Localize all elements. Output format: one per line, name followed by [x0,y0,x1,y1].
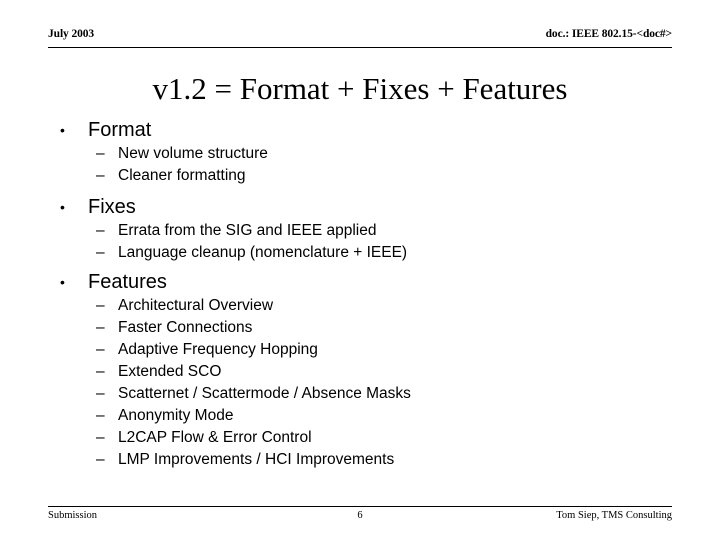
sub-item-label: Scatternet / Scattermode / Absence Masks [118,385,411,402]
bullet-level2: – Errata from the SIG and IEEE applied [0,220,720,242]
dash-icon: – [96,407,105,424]
dash-icon: – [96,222,105,239]
bullet-level2: – Anonymity Mode [0,405,720,427]
bullet-level1: • Fixes [0,195,720,220]
bullet-level2: – New volume structure [0,143,720,165]
sub-item-label: Cleaner formatting [118,167,246,184]
section-fixes: • Fixes – Errata from the SIG and IEEE a… [0,195,720,264]
sub-item-label: L2CAP Flow & Error Control [118,429,312,446]
dash-icon: – [96,363,105,380]
dash-icon: – [96,145,105,162]
slide-header: July 2003 doc.: IEEE 802.15-<doc#> [48,27,672,48]
bullet-dot-icon: • [60,274,65,290]
slide-title: v1.2 = Format + Fixes + Features [152,71,568,106]
sub-item-label: Adaptive Frequency Hopping [118,341,318,358]
dash-icon: – [96,385,105,402]
section-format: • Format – New volume structure – Cleane… [0,118,720,187]
sub-item-label: Extended SCO [118,363,222,380]
slide-body: • Format – New volume structure – Cleane… [0,118,720,471]
bullet-level1: • Format [0,118,720,143]
sub-item-label: LMP Improvements / HCI Improvements [118,451,395,468]
sub-item-label: Architectural Overview [118,297,274,314]
dash-icon: – [96,341,105,358]
section-heading: Format [88,119,152,141]
sub-item-label: Faster Connections [118,319,253,336]
bullet-level2: – Adaptive Frequency Hopping [0,339,720,361]
slide-canvas: July 2003 doc.: IEEE 802.15-<doc#> v1.2 … [0,0,720,540]
bullet-level2: – Architectural Overview [0,295,720,317]
bullet-level2: – Scatternet / Scattermode / Absence Mas… [0,383,720,405]
sub-item-label: New volume structure [118,145,268,162]
section-features: • Features – Architectural Overview – Fa… [0,270,720,471]
section-heading: Fixes [88,196,136,218]
bullet-level2: – Language cleanup (nomenclature + IEEE) [0,242,720,264]
dash-icon: – [96,429,105,446]
section-heading: Features [88,271,167,293]
sub-item-label: Anonymity Mode [118,407,234,424]
bullet-level2: – LMP Improvements / HCI Improvements [0,449,720,471]
bullet-level2: – Cleaner formatting [0,165,720,187]
bullet-level1: • Features [0,270,720,295]
header-doc-number: doc.: IEEE 802.15-<doc#> [545,28,672,40]
dash-icon: – [96,451,105,468]
dash-icon: – [96,167,105,184]
footer-author: Tom Siep, TMS Consulting [556,510,672,521]
bullet-level2: – Extended SCO [0,361,720,383]
bullet-level2: – L2CAP Flow & Error Control [0,427,720,449]
header-date: July 2003 [48,28,95,40]
dash-icon: – [96,244,105,261]
sub-item-label: Errata from the SIG and IEEE applied [118,222,377,239]
sub-item-label: Language cleanup (nomenclature + IEEE) [118,244,408,261]
footer-row: Submission 6 Tom Siep, TMS Consulting [48,509,672,523]
bullet-dot-icon: • [60,122,65,138]
dash-icon: – [96,319,105,336]
bullet-level2: – Faster Connections [0,317,720,339]
dash-icon: – [96,297,105,314]
slide-footer: Submission 6 Tom Siep, TMS Consulting [48,506,672,523]
bullet-dot-icon: • [60,199,65,215]
